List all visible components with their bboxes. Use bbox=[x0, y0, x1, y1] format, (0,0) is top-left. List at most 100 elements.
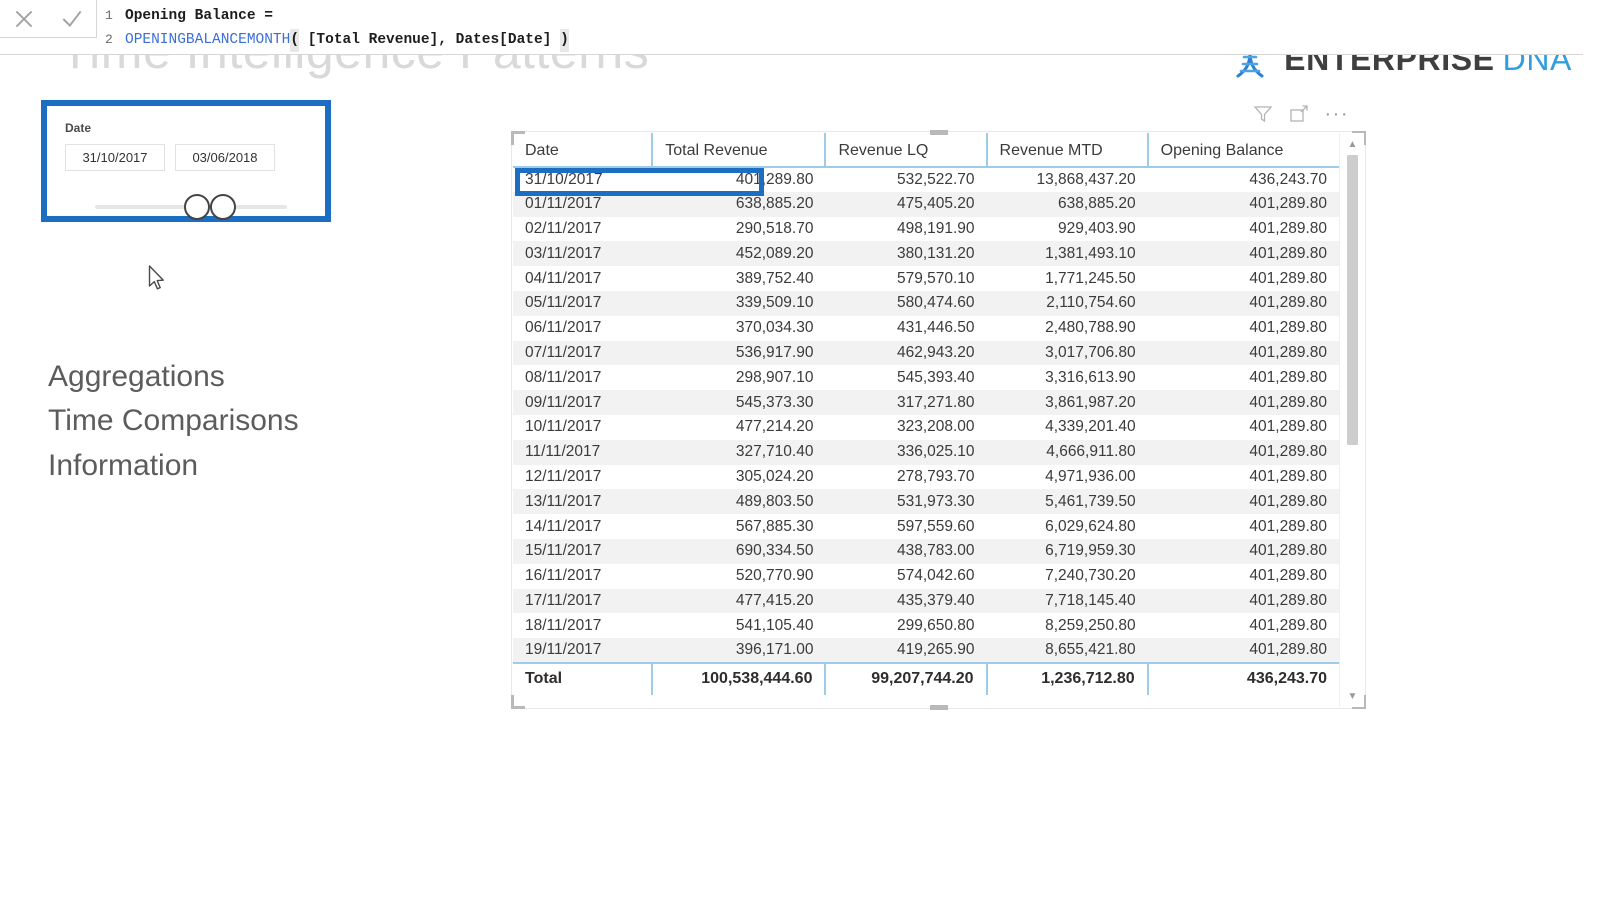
cell-value[interactable]: 305,024.20 bbox=[652, 465, 825, 490]
table-row[interactable]: 05/11/2017 339,509.10 580,474.60 2,110,754.… bbox=[513, 290, 1339, 316]
cell-value[interactable]: 401,289.80 bbox=[1148, 465, 1339, 490]
table-row[interactable]: 07/11/2017 536,917.90 462,943.20 3,017,706.… bbox=[513, 340, 1339, 366]
cell-value[interactable]: 290,518.70 bbox=[652, 217, 825, 242]
column-header-total-revenue[interactable]: Total Revenue bbox=[651, 133, 826, 168]
table-row[interactable]: 15/11/2017 690,334.50 438,783.00 6,719,959.… bbox=[513, 538, 1339, 564]
cell-value[interactable]: 401,289.80 bbox=[1147, 290, 1339, 316]
cell-date[interactable]: 06/11/2017 bbox=[513, 316, 652, 341]
cell-value[interactable]: 436,243.70 bbox=[1148, 167, 1339, 192]
cell-date[interactable]: 07/11/2017 bbox=[513, 340, 653, 366]
cell-value[interactable]: 401,289.80 bbox=[1148, 266, 1339, 291]
table-row[interactable]: 03/11/2017 452,089.20 380,131.20 1,381,493.… bbox=[513, 241, 1339, 267]
table-row[interactable]: 01/11/2017 638,885.20 475,405.20 638,885.20… bbox=[513, 191, 1339, 217]
cell-value[interactable]: 690,334.50 bbox=[652, 538, 826, 564]
cell-value[interactable]: 401,289.80 bbox=[1148, 514, 1339, 539]
cell-value[interactable]: 579,570.10 bbox=[825, 266, 986, 291]
table-row[interactable]: 09/11/2017 545,373.30 317,271.80 3,861,987.… bbox=[513, 390, 1339, 415]
cell-value[interactable]: 929,403.90 bbox=[987, 217, 1148, 242]
cell-date[interactable]: 13/11/2017 bbox=[513, 489, 653, 515]
table-row[interactable]: 10/11/2017 477,214.20 323,208.00 4,339,201.… bbox=[513, 415, 1339, 440]
table-row[interactable]: 17/11/2017 477,415.20 435,379.40 7,718,145.… bbox=[513, 588, 1339, 614]
table-row[interactable]: 18/11/2017 541,105.40 299,650.80 8,259,250.… bbox=[513, 613, 1339, 638]
cell-value[interactable]: 4,666,911.80 bbox=[986, 439, 1148, 465]
cell-date[interactable]: 15/11/2017 bbox=[513, 538, 653, 564]
table-row[interactable]: 14/11/2017 567,885.30 597,559.60 6,029,624.… bbox=[513, 514, 1339, 539]
cell-value[interactable]: 401,289.80 bbox=[1148, 564, 1339, 589]
cell-value[interactable]: 278,793.70 bbox=[825, 465, 986, 490]
cell-date[interactable]: 09/11/2017 bbox=[513, 390, 653, 415]
column-header-revenue-lq[interactable]: Revenue LQ bbox=[824, 133, 987, 168]
table-vertical-scrollbar[interactable]: ▲ ▼ bbox=[1339, 133, 1364, 707]
cell-value[interactable]: 401,289.80 bbox=[1147, 390, 1339, 415]
cell-value[interactable]: 3,017,706.80 bbox=[986, 340, 1148, 366]
cell-value[interactable]: 452,089.20 bbox=[652, 241, 826, 267]
cell-value[interactable]: 339,509.10 bbox=[652, 290, 826, 316]
cell-value[interactable]: 401,289.80 bbox=[1147, 489, 1339, 515]
cell-value[interactable]: 401,289.80 bbox=[1148, 316, 1339, 341]
cell-value[interactable]: 4,339,201.40 bbox=[987, 415, 1148, 440]
cell-value[interactable]: 435,379.40 bbox=[825, 588, 987, 614]
formula-bar[interactable]: 1 Opening Balance = 2 OPENINGBALANCEMONT… bbox=[0, 0, 1583, 55]
cell-value[interactable]: 3,861,987.20 bbox=[986, 390, 1148, 415]
date-slicer[interactable]: Date 31/10/2017 03/06/2018 bbox=[53, 112, 319, 220]
cell-value[interactable]: 489,803.50 bbox=[652, 489, 826, 515]
cell-value[interactable]: 401,289.80 bbox=[1147, 439, 1339, 465]
cell-value[interactable]: 438,783.00 bbox=[825, 538, 987, 564]
cell-value[interactable]: 2,110,754.60 bbox=[986, 290, 1148, 316]
formula-editor[interactable]: 1 Opening Balance = 2 OPENINGBALANCEMONT… bbox=[97, 0, 1583, 54]
cell-value[interactable]: 401,289.80 bbox=[1147, 588, 1339, 614]
cell-value[interactable]: 477,214.20 bbox=[652, 415, 825, 440]
cell-value[interactable]: 401,289.80 bbox=[1148, 217, 1339, 242]
cell-value[interactable]: 475,405.20 bbox=[825, 191, 987, 217]
cell-value[interactable]: 597,559.60 bbox=[825, 514, 986, 539]
cell-value[interactable]: 580,474.60 bbox=[825, 290, 987, 316]
cell-value[interactable]: 401,289.80 bbox=[1147, 538, 1339, 564]
cell-value[interactable]: 336,025.10 bbox=[825, 439, 987, 465]
cell-value[interactable]: 1,381,493.10 bbox=[986, 241, 1148, 267]
cell-date[interactable]: 03/11/2017 bbox=[513, 241, 653, 267]
cell-value[interactable]: 498,191.90 bbox=[825, 217, 986, 242]
scroll-up-icon[interactable]: ▲ bbox=[1340, 135, 1365, 153]
cell-value[interactable]: 380,131.20 bbox=[825, 241, 987, 267]
table-row[interactable]: 06/11/2017 370,034.30 431,446.50 2,480,788.… bbox=[513, 316, 1339, 341]
cell-value[interactable]: 389,752.40 bbox=[652, 266, 825, 291]
cell-date[interactable]: 31/10/2017 bbox=[513, 167, 652, 192]
data-table[interactable]: Date Total Revenue Revenue LQ Revenue MT… bbox=[513, 133, 1339, 695]
cell-value[interactable]: 520,770.90 bbox=[652, 564, 825, 589]
cell-value[interactable]: 401,289.80 bbox=[1147, 638, 1339, 663]
cell-value[interactable]: 567,885.30 bbox=[652, 514, 825, 539]
cell-date[interactable]: 08/11/2017 bbox=[513, 365, 652, 390]
cell-value[interactable]: 545,393.40 bbox=[825, 365, 986, 390]
cell-value[interactable]: 638,885.20 bbox=[652, 191, 826, 217]
cell-date[interactable]: 19/11/2017 bbox=[513, 638, 653, 663]
table-row[interactable]: 08/11/2017 298,907.10 545,393.40 3,316,613.… bbox=[513, 365, 1339, 390]
cell-value[interactable]: 370,034.30 bbox=[652, 316, 825, 341]
cell-date[interactable]: 18/11/2017 bbox=[513, 613, 652, 638]
cell-value[interactable]: 298,907.10 bbox=[652, 365, 825, 390]
cancel-formula-icon[interactable] bbox=[11, 6, 37, 32]
cell-value[interactable]: 401,289.80 bbox=[1148, 365, 1339, 390]
cell-date[interactable]: 16/11/2017 bbox=[513, 564, 652, 589]
table-row[interactable]: 13/11/2017 489,803.50 531,973.30 5,461,739.… bbox=[513, 489, 1339, 515]
cell-value[interactable]: 401,289.80 bbox=[1147, 241, 1339, 267]
slider-handle-start[interactable] bbox=[184, 194, 210, 220]
cell-value[interactable]: 477,415.20 bbox=[652, 588, 826, 614]
cell-value[interactable]: 545,373.30 bbox=[652, 390, 826, 415]
slicer-start-date-input[interactable]: 31/10/2017 bbox=[65, 144, 165, 171]
cell-value[interactable]: 431,446.50 bbox=[825, 316, 986, 341]
column-header-revenue-mtd[interactable]: Revenue MTD bbox=[985, 133, 1148, 168]
cell-value[interactable]: 6,029,624.80 bbox=[987, 514, 1148, 539]
table-row[interactable]: 02/11/2017 290,518.70 498,191.90 929,403.90… bbox=[513, 217, 1339, 242]
cell-value[interactable]: 317,271.80 bbox=[825, 390, 987, 415]
cell-value[interactable]: 2,480,788.90 bbox=[987, 316, 1148, 341]
cell-value[interactable]: 323,208.00 bbox=[825, 415, 986, 440]
cell-value[interactable]: 462,943.20 bbox=[825, 340, 987, 366]
table-visual[interactable]: ··· Date Total Revenue Revenue LQ Revenu… bbox=[511, 104, 1366, 710]
cell-date[interactable]: 02/11/2017 bbox=[513, 217, 652, 242]
filter-icon[interactable] bbox=[1253, 104, 1273, 124]
cell-value[interactable]: 3,316,613.90 bbox=[987, 365, 1148, 390]
scrollbar-thumb[interactable] bbox=[1347, 155, 1358, 445]
cell-value[interactable]: 541,105.40 bbox=[652, 613, 825, 638]
scroll-down-icon[interactable]: ▼ bbox=[1340, 687, 1365, 705]
cell-value[interactable]: 401,289.80 bbox=[1147, 340, 1339, 366]
